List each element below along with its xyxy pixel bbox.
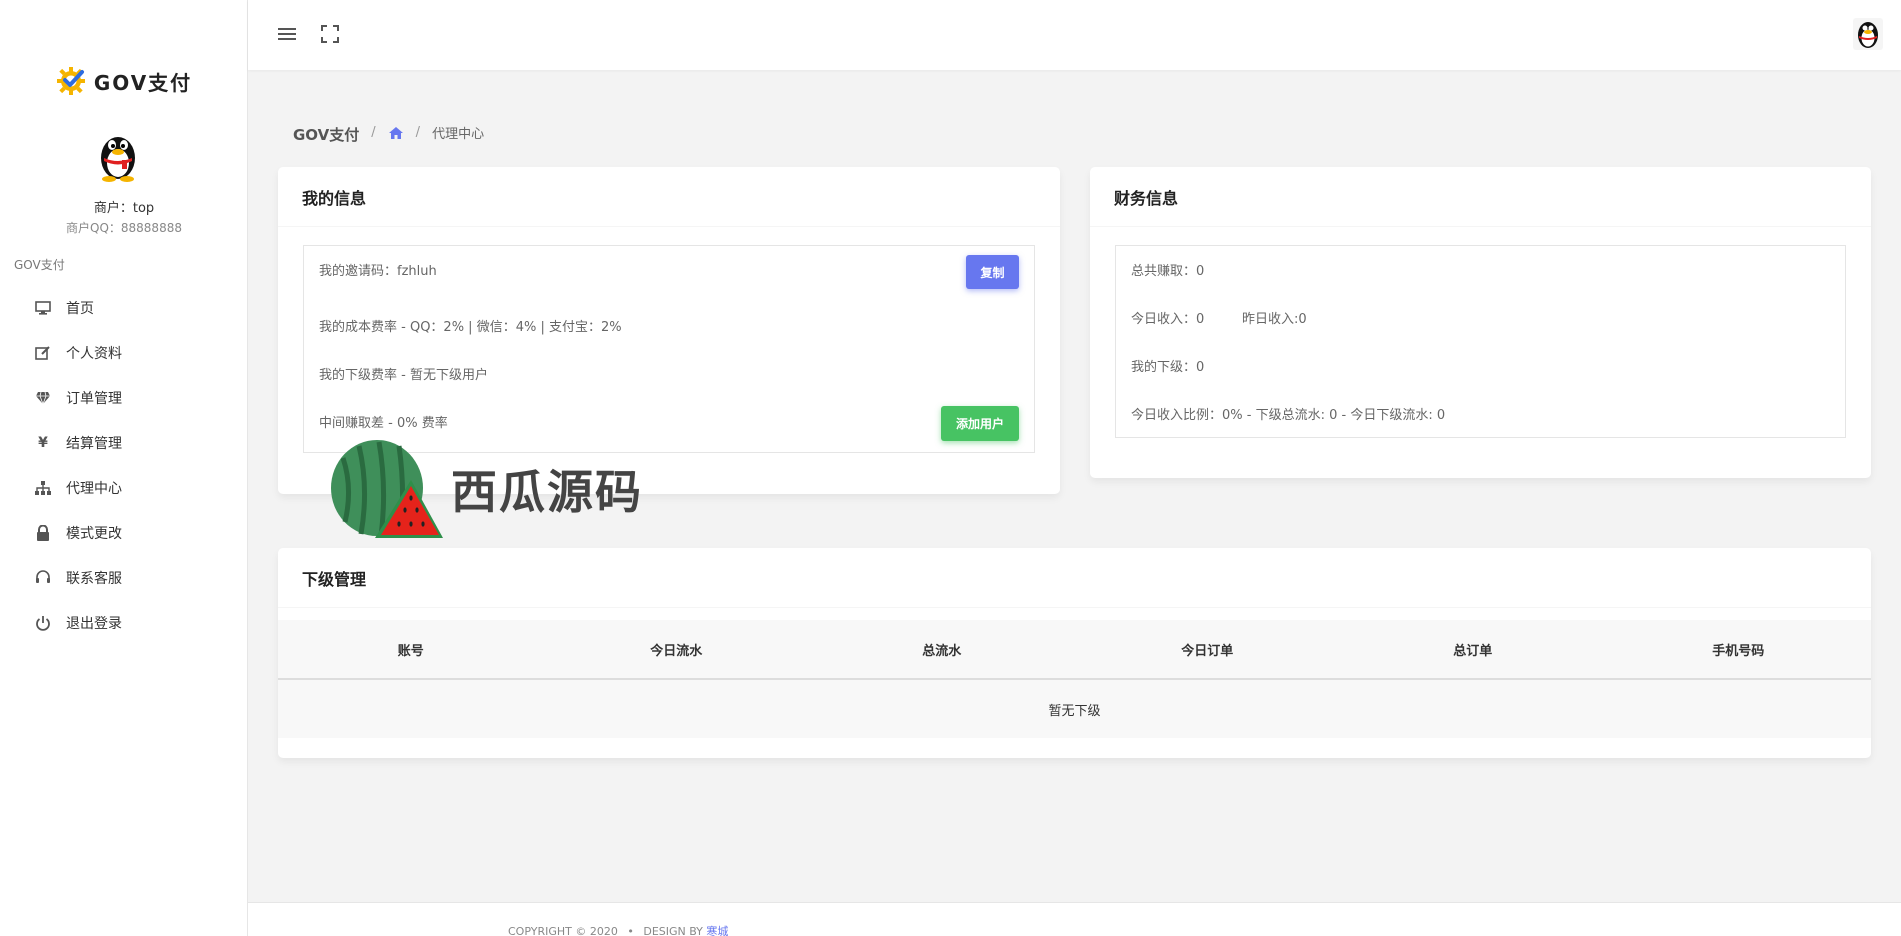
sidebar-item-label: 结算管理 — [66, 435, 122, 452]
sidebar-item-label: 个人资料 — [66, 345, 122, 362]
card-title: 下级管理 — [278, 548, 1871, 608]
sub-count: 我的下级：0 — [1131, 360, 1205, 375]
breadcrumb-root[interactable]: GOV支付 — [293, 124, 359, 145]
income-ratio: 今日收入比例：0% - 下级总流水: 0 - 今日下级流水: 0 — [1131, 408, 1446, 423]
add-user-button[interactable]: 添加用户 — [941, 406, 1019, 441]
sidebar-item-agent-center[interactable]: 代理中心 — [0, 465, 248, 510]
cost-rate: 我的成本费率 - QQ：2% | 微信：4% | 支付宝：2% — [319, 320, 622, 335]
user-avatar[interactable] — [1853, 18, 1883, 50]
sidebar-item-profile[interactable]: 个人资料 — [0, 330, 248, 375]
brand[interactable]: GOV支付 — [0, 66, 248, 96]
sidebar-item-orders[interactable]: 订单管理 — [0, 375, 248, 420]
merchant-name: 商户：top — [93, 201, 155, 216]
card-title: 我的信息 — [278, 167, 1060, 227]
fullscreen-icon[interactable] — [321, 25, 339, 43]
empty-table-message: 暂无下级 — [278, 680, 1871, 738]
nav-section-title: GOV支付 — [14, 258, 65, 272]
sidebar-nav: 首页 个人资料 订单管理 ¥ 结算管理 代理中心 模式更改 联系客服 退出登录 — [0, 285, 248, 645]
edit-icon — [34, 344, 52, 362]
lock-icon — [34, 524, 52, 542]
yen-icon: ¥ — [38, 434, 48, 451]
topbar — [248, 0, 1901, 70]
brand-name: GOV支付 — [93, 70, 193, 95]
diamond-icon — [34, 389, 52, 407]
total-earned: 总共赚取：0 — [1131, 264, 1205, 279]
breadcrumb: GOV支付 / / 代理中心 — [293, 120, 484, 145]
headset-icon — [34, 569, 52, 587]
sidebar-item-label: 模式更改 — [66, 525, 122, 542]
sidebar-item-home[interactable]: 首页 — [0, 285, 248, 330]
design-by: DESIGN BY — [643, 925, 703, 936]
footer: COPYRIGHT © 2020 • DESIGN BY 寒城 — [248, 902, 1901, 936]
home-icon[interactable] — [388, 126, 404, 140]
menu-icon[interactable] — [278, 26, 296, 42]
watermark: 西瓜源码 — [323, 438, 643, 540]
finance-box: 总共赚取：0 今日收入：0 昨日收入:0 我的下级：0 今日收入比例：0% - … — [1115, 245, 1846, 438]
sidebar-item-logout[interactable]: 退出登录 — [0, 600, 248, 645]
column-header[interactable]: 账号 — [278, 620, 544, 678]
footer-text: COPYRIGHT © 2020 • DESIGN BY 寒城 — [508, 923, 728, 936]
subordinates-card: 下级管理 账号 今日流水 总流水 今日订单 总订单 手机号码 暂无下级 — [278, 548, 1871, 758]
column-header[interactable]: 总流水 — [809, 620, 1075, 678]
column-header[interactable]: 今日订单 — [1075, 620, 1341, 678]
sidebar-item-settlement[interactable]: ¥ 结算管理 — [0, 420, 248, 465]
monitor-icon — [34, 299, 52, 317]
copy-button[interactable]: 复制 — [966, 255, 1019, 289]
merchant-qq: 商户QQ：88888888 — [66, 221, 182, 235]
my-info-box: 我的邀请码：fzhluh 复制 我的成本费率 - QQ：2% | 微信：4% |… — [303, 245, 1035, 453]
sidebar-item-label: 联系客服 — [66, 570, 122, 587]
sidebar-item-label: 订单管理 — [66, 390, 122, 407]
sub-rate: 我的下级费率 - 暂无下级用户 — [319, 368, 488, 383]
column-header[interactable]: 总订单 — [1340, 620, 1606, 678]
card-title: 财务信息 — [1090, 167, 1871, 227]
sidebar-item-mode[interactable]: 模式更改 — [0, 510, 248, 555]
column-header[interactable]: 今日流水 — [544, 620, 810, 678]
sidebar-item-label: 代理中心 — [66, 480, 122, 497]
breadcrumb-current: 代理中心 — [432, 127, 485, 142]
sidebar-item-support[interactable]: 联系客服 — [0, 555, 248, 600]
table-header: 账号 今日流水 总流水 今日订单 总订单 手机号码 — [278, 620, 1871, 680]
invite-code: 我的邀请码：fzhluh — [319, 264, 437, 279]
power-icon — [34, 614, 52, 632]
sidebar-item-label: 首页 — [66, 300, 94, 317]
sidebar-item-label: 退出登录 — [66, 615, 122, 632]
yesterday-income: 昨日收入:0 — [1242, 312, 1307, 327]
avatar — [101, 137, 135, 182]
watermelon-logo — [331, 440, 443, 538]
sidebar: GOV支付 商户：top 商户QQ：88888888 GOV支付 首页 个人资料 — [0, 0, 248, 936]
copyright: COPYRIGHT © 2020 — [508, 925, 618, 936]
margin-rate: 中间赚取差 - 0% 费率 — [319, 416, 448, 431]
breadcrumb-separator: / — [415, 125, 421, 140]
footer-dot: • — [627, 925, 634, 936]
gear-check-logo-icon — [56, 67, 85, 95]
column-header[interactable]: 手机号码 — [1606, 620, 1872, 678]
finance-card: 财务信息 总共赚取：0 今日收入：0 昨日收入:0 我的下级：0 今日收入比例：… — [1090, 167, 1871, 478]
watermark-text: 西瓜源码 — [451, 465, 643, 519]
author-link[interactable]: 寒城 — [706, 925, 728, 936]
breadcrumb-separator: / — [371, 125, 376, 140]
sitemap-icon — [34, 479, 52, 497]
today-income: 今日收入：0 — [1131, 312, 1205, 327]
